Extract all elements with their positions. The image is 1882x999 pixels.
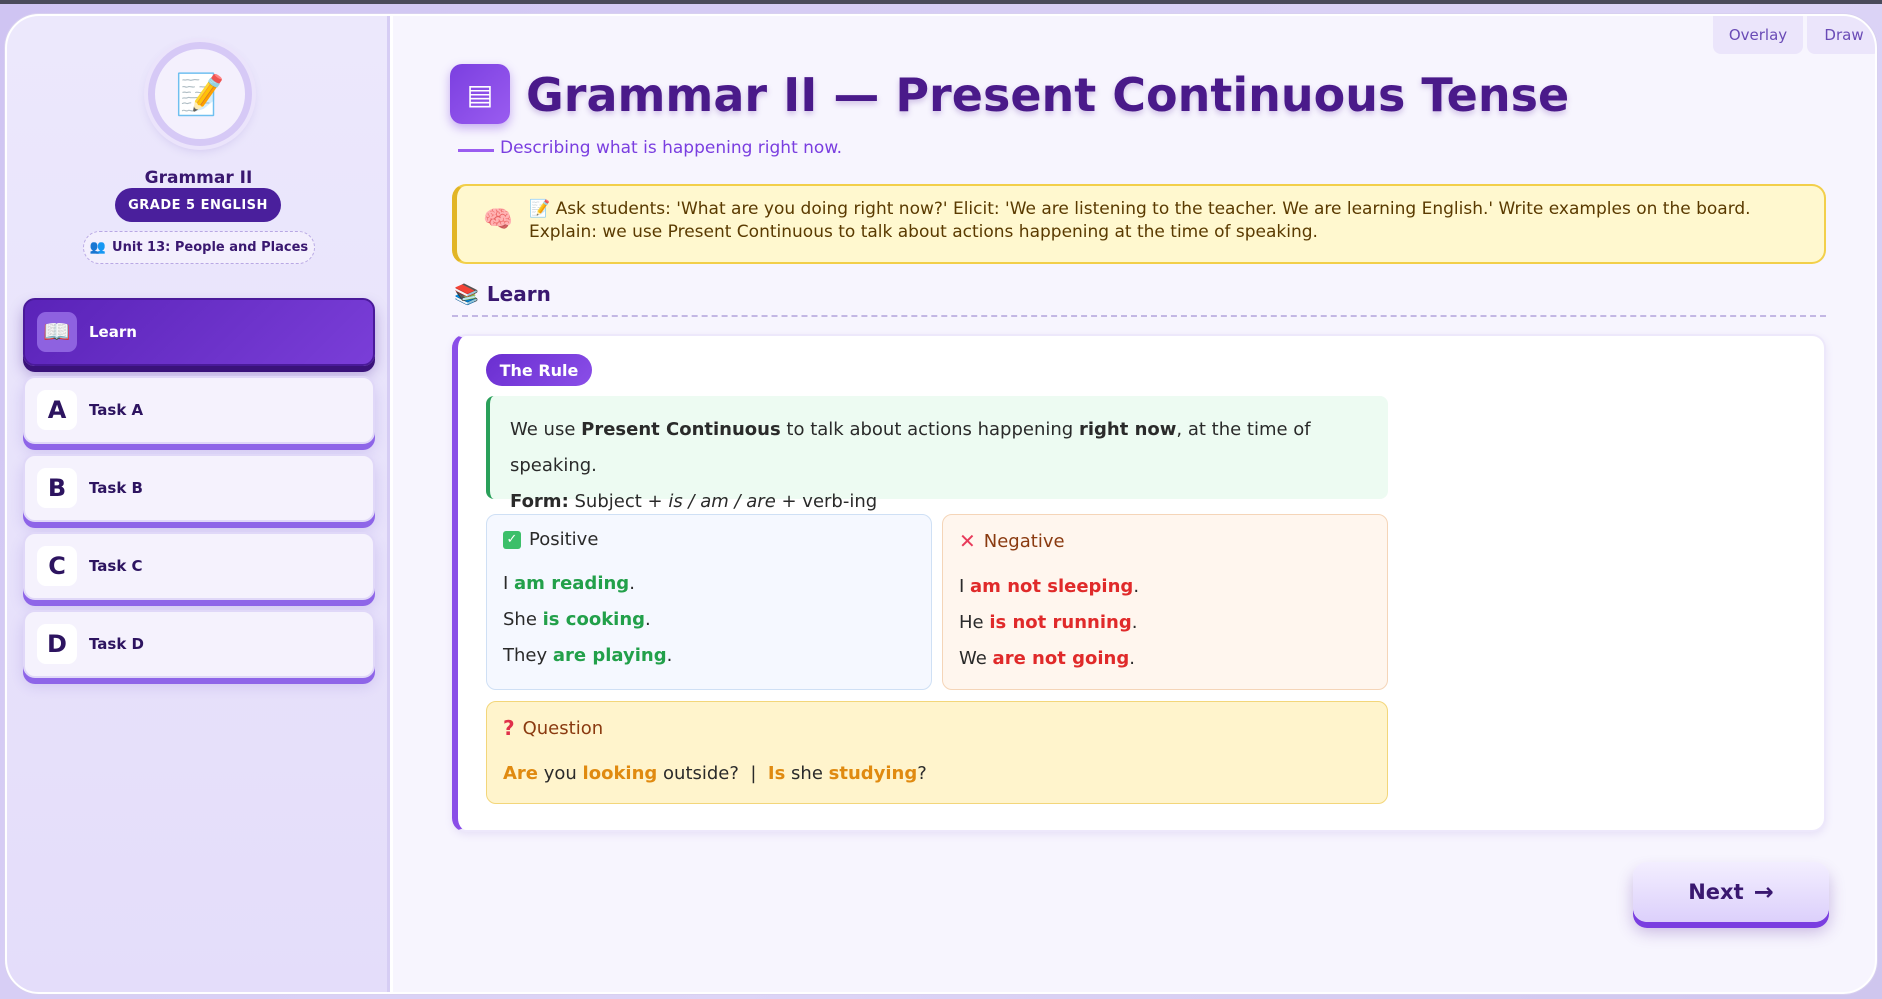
example-verb: am not sleeping (970, 576, 1134, 597)
unit-label: Unit 13: People and Places (112, 240, 309, 255)
window-top-bar (0, 0, 1882, 4)
section-heading: 📚 Learn (454, 282, 551, 306)
sidebar-item-label: Task D (89, 635, 144, 653)
example-line: They are playing. (503, 638, 915, 674)
task-letter: B (37, 468, 77, 508)
positive-heading: Positive (529, 529, 599, 550)
example-punct: . (1131, 612, 1138, 633)
teacher-note-text: 📝 Ask students: 'What are you doing righ… (529, 199, 1751, 242)
sidebar-item-task-a[interactable]: A Task A (23, 376, 375, 444)
example-subject: She (503, 609, 543, 630)
rule-text: to talk about actions happening (780, 419, 1079, 440)
question-text: ? (917, 763, 927, 784)
sidebar-item-label: Task A (89, 401, 144, 419)
question-icon: ? (503, 716, 515, 740)
task-letter: C (37, 546, 77, 586)
rule-text: We use (510, 419, 582, 440)
sidebar-item-label: Learn (89, 323, 137, 341)
question-verb: looking (582, 763, 658, 784)
example-punct: . (1133, 576, 1140, 597)
unit-badge: 👥 Unit 13: People and Places (83, 231, 315, 264)
sidebar: 📝 Grammar II GRADE 5 ENGLISH 👥 Unit 13: P… (7, 16, 390, 992)
sidebar-item-label: Task B (89, 479, 143, 497)
section-divider (452, 315, 1826, 317)
rule-term: right now (1078, 419, 1177, 440)
question-text: you (538, 763, 583, 784)
memo-icon: 📝 (175, 71, 225, 118)
example-verb: am reading (514, 573, 630, 594)
form-label: Form: (510, 491, 569, 512)
section-heading-label: Learn (486, 282, 551, 306)
book-icon: ▤ (450, 64, 510, 124)
negative-box: ✕ Negative I am not sleeping. He is not r… (942, 514, 1388, 690)
question-examples: Are you looking outside? | Is she studyi… (503, 756, 1371, 792)
question-text: outside? | (657, 763, 768, 784)
teacher-note: 🧠 📝 Ask students: 'What are you doing ri… (452, 184, 1826, 264)
subtitle-accent-line (458, 149, 494, 152)
rule-term: Present Continuous (581, 419, 781, 440)
draw-button[interactable]: Draw (1807, 16, 1875, 54)
cross-icon: ✕ (959, 529, 976, 553)
page-title: Grammar II — Present Continuous Tense (526, 68, 1570, 122)
page-subtitle: Describing what is happening right now. (500, 138, 843, 158)
question-aux: Are (503, 763, 539, 784)
example-verb: are playing (552, 645, 667, 666)
example-verb: is not running (989, 612, 1132, 633)
main-content: Overlay Draw ▤ Grammar II — Present Cont… (393, 16, 1875, 992)
question-verb: studying (828, 763, 918, 784)
positive-box: ✓ Positive I am reading. She is cooking. … (486, 514, 932, 690)
lesson-avatar: 📝 (148, 42, 252, 146)
grade-badge: GRADE 5 ENGLISH (115, 188, 281, 222)
next-button[interactable]: Next → (1633, 862, 1829, 922)
sidebar-item-task-d[interactable]: D Task D (23, 610, 375, 678)
rule-sentence: We use Present Continuous to talk about … (510, 412, 1368, 484)
form-text: Subject + (568, 491, 669, 512)
example-line: He is not running. (959, 605, 1371, 641)
example-subject: I (503, 573, 515, 594)
overlay-button[interactable]: Overlay (1713, 16, 1803, 54)
question-text: she (785, 763, 829, 784)
books-icon: 📚 (454, 282, 479, 306)
example-line: I am not sleeping. (959, 569, 1371, 605)
sidebar-item-task-b[interactable]: B Task B (23, 454, 375, 522)
question-box: ? Question Are you looking outside? | Is … (486, 701, 1388, 804)
book-icon: 📖 (37, 312, 77, 352)
arrow-right-icon: → (1753, 878, 1774, 906)
negative-heading: Negative (983, 530, 1065, 552)
example-punct: . (1129, 648, 1135, 669)
task-letter: D (37, 624, 77, 664)
lesson-title: Grammar II (144, 168, 253, 188)
example-verb: is cooking (542, 609, 646, 630)
app-frame: 📝 Grammar II GRADE 5 ENGLISH 👥 Unit 13: P… (5, 14, 1877, 994)
example-punct: . (645, 609, 651, 630)
rule-card: The Rule We use Present Continuous to ta… (452, 334, 1826, 832)
sidebar-item-task-c[interactable]: C Task C (23, 532, 375, 600)
check-icon: ✓ (503, 530, 521, 549)
rule-pill: The Rule (486, 354, 592, 386)
sidebar-item-label: Task C (89, 557, 143, 575)
brain-icon: 🧠 (483, 205, 513, 233)
example-subject: We (959, 648, 993, 669)
example-line: We are not going. (959, 641, 1371, 677)
form-verbs: is / am / are (668, 491, 776, 512)
question-aux: Is (767, 763, 786, 784)
rule-box: We use Present Continuous to talk about … (486, 396, 1388, 512)
example-verb: are not going (992, 648, 1130, 669)
example-line: She is cooking. (503, 602, 915, 638)
example-subject: I (959, 576, 971, 597)
sidebar-item-learn[interactable]: 📖 Learn (23, 298, 375, 366)
example-punct: . (666, 645, 673, 666)
example-line: I am reading. (503, 566, 915, 602)
task-letter: A (37, 390, 77, 430)
people-icon: 👥 (89, 240, 107, 255)
example-subject: They (503, 645, 553, 666)
next-label: Next (1688, 880, 1744, 904)
question-heading: Question (522, 717, 604, 739)
example-subject: He (959, 612, 990, 633)
example-punct: . (629, 573, 635, 594)
form-text: + verb-ing (775, 491, 878, 512)
